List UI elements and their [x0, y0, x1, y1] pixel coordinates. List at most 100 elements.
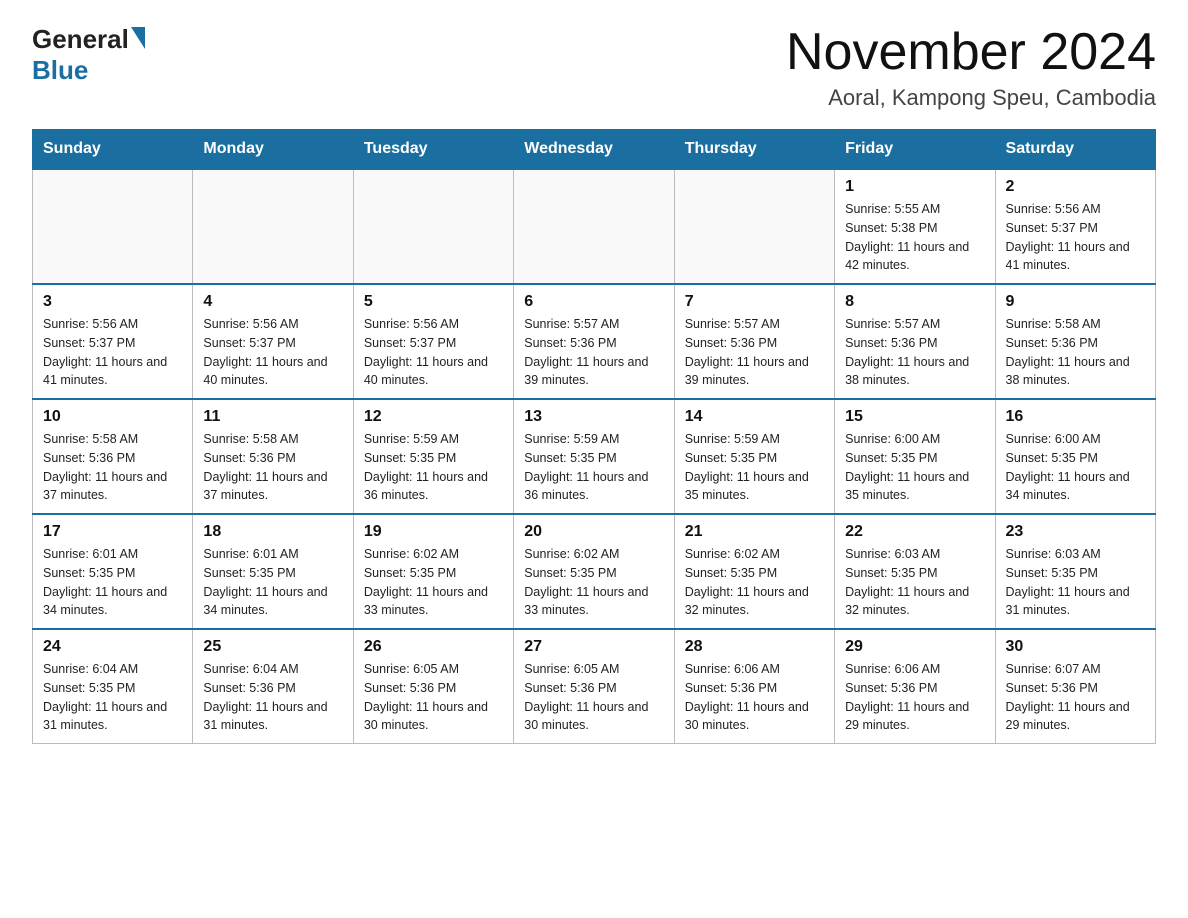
day-number: 22	[845, 523, 984, 541]
calendar-cell	[514, 169, 674, 284]
calendar-cell: 1Sunrise: 5:55 AMSunset: 5:38 PMDaylight…	[835, 169, 995, 284]
calendar-cell: 25 Sunrise: 6:04 AMSunset: 5:36 PMDayligh…	[193, 629, 353, 744]
calendar-cell: 11Sunrise: 5:58 AMSunset: 5:36 PMDayligh…	[193, 399, 353, 514]
day-info: Sunrise: 6:02 AMSunset: 5:35 PMDaylight:…	[685, 545, 824, 620]
calendar-week-row: 17 Sunrise: 6:01 AMSunset: 5:35 PMDayligh…	[33, 514, 1156, 629]
calendar-header-thursday: Thursday	[674, 130, 834, 170]
day-info: Sunrise: 5:57 AMSunset: 5:36 PMDaylight:…	[685, 315, 824, 390]
day-number: 13	[524, 408, 663, 426]
logo-arrow-icon	[131, 27, 145, 49]
logo-blue: Blue	[32, 55, 88, 86]
day-number: 3	[43, 293, 182, 311]
day-number: 5	[364, 293, 503, 311]
day-number: 23	[1006, 523, 1145, 541]
day-info: Sunrise: 6:07 AMSunset: 5:36 PMDaylight:…	[1006, 660, 1145, 735]
day-number: 10	[43, 408, 182, 426]
day-info: Sunrise: 5:56 AMSunset: 5:37 PMDaylight:…	[1006, 200, 1145, 275]
day-number: 29	[845, 638, 984, 656]
day-info: Sunrise: 6:06 AMSunset: 5:36 PMDaylight:…	[845, 660, 984, 735]
day-number: 17	[43, 523, 182, 541]
calendar-table: SundayMondayTuesdayWednesdayThursdayFrid…	[32, 129, 1156, 744]
calendar-cell: 16 Sunrise: 6:00 AMSunset: 5:35 PMDayligh…	[995, 399, 1155, 514]
day-number: 21	[685, 523, 824, 541]
day-number: 28	[685, 638, 824, 656]
title-area: November 2024 Aoral, Kampong Speu, Cambo…	[786, 24, 1156, 111]
calendar-cell	[33, 169, 193, 284]
calendar-cell: 30 Sunrise: 6:07 AMSunset: 5:36 PMDayligh…	[995, 629, 1155, 744]
calendar-header-tuesday: Tuesday	[353, 130, 513, 170]
day-number: 9	[1006, 293, 1145, 311]
calendar-cell: 3 Sunrise: 5:56 AMSunset: 5:37 PMDaylight…	[33, 284, 193, 399]
day-info: Sunrise: 5:58 AMSunset: 5:36 PMDaylight:…	[1006, 315, 1145, 390]
calendar-cell: 6 Sunrise: 5:57 AMSunset: 5:36 PMDaylight…	[514, 284, 674, 399]
day-info: Sunrise: 6:02 AMSunset: 5:35 PMDaylight:…	[524, 545, 663, 620]
calendar-cell: 13 Sunrise: 5:59 AMSunset: 5:35 PMDayligh…	[514, 399, 674, 514]
location-subtitle: Aoral, Kampong Speu, Cambodia	[786, 85, 1156, 111]
day-number: 27	[524, 638, 663, 656]
day-info: Sunrise: 5:59 AMSunset: 5:35 PMDaylight:…	[524, 430, 663, 505]
calendar-cell	[193, 169, 353, 284]
calendar-week-row: 1Sunrise: 5:55 AMSunset: 5:38 PMDaylight…	[33, 169, 1156, 284]
calendar-cell: 26Sunrise: 6:05 AMSunset: 5:36 PMDayligh…	[353, 629, 513, 744]
calendar-cell	[674, 169, 834, 284]
calendar-header-sunday: Sunday	[33, 130, 193, 170]
calendar-cell: 21 Sunrise: 6:02 AMSunset: 5:35 PMDayligh…	[674, 514, 834, 629]
calendar-cell: 2 Sunrise: 5:56 AMSunset: 5:37 PMDaylight…	[995, 169, 1155, 284]
calendar-cell: 8Sunrise: 5:57 AMSunset: 5:36 PMDaylight…	[835, 284, 995, 399]
day-number: 15	[845, 408, 984, 426]
calendar-cell: 14Sunrise: 5:59 AMSunset: 5:35 PMDayligh…	[674, 399, 834, 514]
calendar-cell	[353, 169, 513, 284]
day-info: Sunrise: 6:03 AMSunset: 5:35 PMDaylight:…	[845, 545, 984, 620]
calendar-cell: 9 Sunrise: 5:58 AMSunset: 5:36 PMDaylight…	[995, 284, 1155, 399]
calendar-cell: 7 Sunrise: 5:57 AMSunset: 5:36 PMDaylight…	[674, 284, 834, 399]
calendar-week-row: 10 Sunrise: 5:58 AMSunset: 5:36 PMDayligh…	[33, 399, 1156, 514]
day-number: 6	[524, 293, 663, 311]
day-info: Sunrise: 5:56 AMSunset: 5:37 PMDaylight:…	[43, 315, 182, 390]
day-info: Sunrise: 6:00 AMSunset: 5:35 PMDaylight:…	[845, 430, 984, 505]
day-info: Sunrise: 5:57 AMSunset: 5:36 PMDaylight:…	[845, 315, 984, 390]
day-number: 1	[845, 178, 984, 196]
day-info: Sunrise: 6:01 AMSunset: 5:35 PMDaylight:…	[43, 545, 182, 620]
calendar-cell: 24Sunrise: 6:04 AMSunset: 5:35 PMDayligh…	[33, 629, 193, 744]
day-number: 25	[203, 638, 342, 656]
calendar-cell: 22 Sunrise: 6:03 AMSunset: 5:35 PMDayligh…	[835, 514, 995, 629]
day-info: Sunrise: 6:02 AMSunset: 5:35 PMDaylight:…	[364, 545, 503, 620]
day-number: 12	[364, 408, 503, 426]
day-info: Sunrise: 6:04 AMSunset: 5:36 PMDaylight:…	[203, 660, 342, 735]
month-year-title: November 2024	[786, 24, 1156, 81]
day-number: 7	[685, 293, 824, 311]
day-number: 18	[203, 523, 342, 541]
day-number: 11	[203, 408, 342, 426]
day-info: Sunrise: 5:59 AMSunset: 5:35 PMDaylight:…	[685, 430, 824, 505]
day-info: Sunrise: 6:01 AMSunset: 5:35 PMDaylight:…	[203, 545, 342, 620]
calendar-header-friday: Friday	[835, 130, 995, 170]
day-info: Sunrise: 5:58 AMSunset: 5:36 PMDaylight:…	[43, 430, 182, 505]
day-number: 19	[364, 523, 503, 541]
day-info: Sunrise: 6:05 AMSunset: 5:36 PMDaylight:…	[524, 660, 663, 735]
page-header: General Blue November 2024 Aoral, Kampon…	[32, 24, 1156, 111]
calendar-cell: 4Sunrise: 5:56 AMSunset: 5:37 PMDaylight…	[193, 284, 353, 399]
calendar-cell: 18 Sunrise: 6:01 AMSunset: 5:35 PMDayligh…	[193, 514, 353, 629]
calendar-header-row: SundayMondayTuesdayWednesdayThursdayFrid…	[33, 130, 1156, 170]
logo-general: General	[32, 24, 129, 55]
calendar-week-row: 3 Sunrise: 5:56 AMSunset: 5:37 PMDaylight…	[33, 284, 1156, 399]
calendar-cell: 20 Sunrise: 6:02 AMSunset: 5:35 PMDayligh…	[514, 514, 674, 629]
day-info: Sunrise: 6:05 AMSunset: 5:36 PMDaylight:…	[364, 660, 503, 735]
day-number: 30	[1006, 638, 1145, 656]
day-info: Sunrise: 5:56 AMSunset: 5:37 PMDaylight:…	[364, 315, 503, 390]
calendar-cell: 19 Sunrise: 6:02 AMSunset: 5:35 PMDayligh…	[353, 514, 513, 629]
day-info: Sunrise: 5:57 AMSunset: 5:36 PMDaylight:…	[524, 315, 663, 390]
day-info: Sunrise: 5:59 AMSunset: 5:35 PMDaylight:…	[364, 430, 503, 505]
day-number: 2	[1006, 178, 1145, 196]
day-info: Sunrise: 6:03 AMSunset: 5:35 PMDaylight:…	[1006, 545, 1145, 620]
day-number: 20	[524, 523, 663, 541]
calendar-header-saturday: Saturday	[995, 130, 1155, 170]
calendar-cell: 28Sunrise: 6:06 AMSunset: 5:36 PMDayligh…	[674, 629, 834, 744]
calendar-cell: 10 Sunrise: 5:58 AMSunset: 5:36 PMDayligh…	[33, 399, 193, 514]
day-info: Sunrise: 6:00 AMSunset: 5:35 PMDaylight:…	[1006, 430, 1145, 505]
day-number: 24	[43, 638, 182, 656]
day-number: 16	[1006, 408, 1145, 426]
calendar-cell: 23 Sunrise: 6:03 AMSunset: 5:35 PMDayligh…	[995, 514, 1155, 629]
calendar-cell: 12 Sunrise: 5:59 AMSunset: 5:35 PMDayligh…	[353, 399, 513, 514]
calendar-header-monday: Monday	[193, 130, 353, 170]
